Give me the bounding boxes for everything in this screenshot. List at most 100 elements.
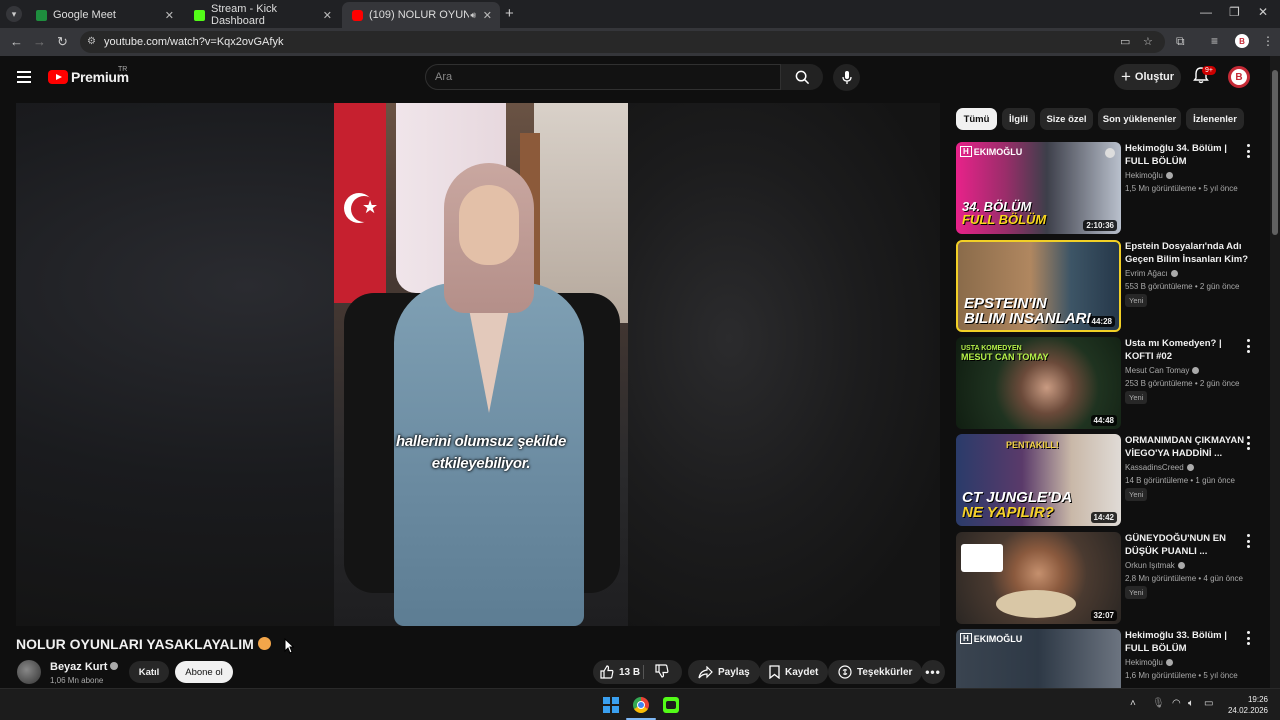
- more-vertical-icon[interactable]: [1244, 534, 1252, 548]
- video-thumbnail[interactable]: 32:07: [956, 532, 1121, 624]
- recommended-channel[interactable]: Hekimoğlu: [1125, 171, 1173, 180]
- recommended-channel[interactable]: Hekimoğlu: [1125, 658, 1173, 667]
- video-thumbnail[interactable]: H EKIMOĞLU 34. BÖLÜM FULL BÖLÜM 2:10:36: [956, 142, 1121, 234]
- battery-icon[interactable]: ▭: [1204, 698, 1213, 709]
- recommended-video[interactable]: H EKIMOĞLU Hekimoğlu 33. Bölüm | FULL BÖL…: [956, 629, 1270, 688]
- video-thumbnail[interactable]: EPSTEIN'IN BILIM INSANLARI 44:28: [956, 240, 1121, 332]
- recommended-title[interactable]: Epstein Dosyaları'nda Adı Geçen Bilim İn…: [1125, 240, 1250, 266]
- extensions-icon[interactable]: ⧉: [1176, 34, 1185, 49]
- youtube-premium-logo[interactable]: Premium TR: [48, 66, 129, 85]
- tab-kick-dashboard[interactable]: Stream - Kick Dashboard ✕: [184, 2, 340, 28]
- channel-avatar[interactable]: [17, 660, 41, 684]
- kick-studio-icon[interactable]: [663, 697, 679, 713]
- recommended-meta: 14 B görüntüleme • 1 gün önce: [1125, 476, 1235, 485]
- channel-watermark-icon: [1105, 148, 1115, 158]
- new-badge: Yeni: [1125, 586, 1148, 599]
- site-info-icon[interactable]: ⚙: [87, 36, 96, 47]
- scrollbar-thumb[interactable]: [1272, 70, 1278, 235]
- save-button[interactable]: Kaydet: [759, 660, 829, 684]
- new-tab-button[interactable]: +: [505, 5, 514, 22]
- share-button[interactable]: Paylaş: [688, 660, 760, 684]
- recommended-video[interactable]: PENTAKILL! CT JUNGLE'DA NE YAPILIR? 14:42…: [956, 434, 1270, 526]
- recommended-video[interactable]: EPSTEIN'IN BILIM INSANLARI 44:28 Epstein …: [956, 240, 1270, 332]
- bookmark-icon: [769, 665, 780, 679]
- save-label: Kaydet: [785, 666, 819, 678]
- recommended-channel[interactable]: Mesut Can Tomay: [1125, 366, 1200, 375]
- more-vertical-icon[interactable]: [1244, 631, 1252, 645]
- new-badge: Yeni: [1125, 488, 1148, 501]
- video-thumbnail[interactable]: H EKIMOĞLU: [956, 629, 1121, 688]
- subscribe-button[interactable]: Abone ol: [175, 661, 233, 683]
- chip-recent[interactable]: Son yüklenenler: [1098, 108, 1181, 130]
- account-avatar[interactable]: B: [1228, 66, 1250, 88]
- create-button[interactable]: + Oluştur: [1114, 64, 1181, 90]
- like-button[interactable]: 13 B: [600, 665, 640, 679]
- more-vertical-icon[interactable]: [1244, 339, 1252, 353]
- video-thumbnail[interactable]: PENTAKILL! CT JUNGLE'DA NE YAPILIR? 14:42: [956, 434, 1121, 526]
- restore-icon[interactable]: ❐: [1229, 5, 1240, 19]
- recommended-channel[interactable]: KassadinsCreed: [1125, 463, 1194, 472]
- voice-search-button[interactable]: [833, 64, 860, 91]
- microphone-tray-icon[interactable]: 🎙︎: [1152, 698, 1165, 709]
- close-tab-icon[interactable]: ✕: [323, 9, 332, 22]
- more-actions-button[interactable]: •••: [921, 660, 945, 684]
- recommended-channel[interactable]: Orkun Işıtmak: [1125, 561, 1185, 570]
- close-window-icon[interactable]: ✕: [1258, 5, 1268, 19]
- browser-menu-icon[interactable]: ⋮: [1262, 34, 1274, 48]
- recommended-meta: 1,5 Mn görüntüleme • 5 yıl önce: [1125, 184, 1238, 193]
- tab-youtube-video[interactable]: (109) NOLUR OYUNLARI YA 🔊︎ ✕: [342, 2, 500, 28]
- recommended-title[interactable]: Hekimoğlu 33. Bölüm | FULL BÖLÜM: [1125, 629, 1250, 655]
- chrome-icon[interactable]: [633, 697, 649, 713]
- close-tab-icon[interactable]: ✕: [483, 9, 492, 22]
- search-button[interactable]: [781, 64, 823, 90]
- address-bar[interactable]: ⚙ youtube.com/watch?v=Kqx2ovGAfyk ▭ ☆: [80, 31, 1165, 53]
- thumbnail-brand: H EKIMOĞLU: [960, 633, 1022, 644]
- microphone-icon: [841, 70, 852, 84]
- guide-menu-icon[interactable]: [17, 71, 31, 83]
- chip-watched[interactable]: İzlenenler: [1186, 108, 1244, 130]
- thanks-button[interactable]: Teşekkürler: [828, 660, 923, 684]
- recommended-video[interactable]: H EKIMOĞLU 34. BÖLÜM FULL BÖLÜM 2:10:36 He…: [956, 142, 1270, 234]
- search-input[interactable]: Ara: [425, 64, 781, 90]
- channel-name[interactable]: Beyaz Kurt: [50, 661, 119, 673]
- thumbnail-brand: PENTAKILL!: [1006, 440, 1059, 450]
- profile-avatar[interactable]: B: [1235, 34, 1249, 48]
- reload-icon[interactable]: ↻: [57, 34, 68, 50]
- recommended-title[interactable]: ORMANIMDAN ÇIKMAYAN VİEGO'YA HADDİNİ ...: [1125, 434, 1250, 460]
- back-icon[interactable]: ←: [10, 34, 23, 49]
- dislike-button[interactable]: [655, 664, 669, 683]
- recommended-video[interactable]: USTA KOMEDYEN MESUT CAN TOMAY 44:48 Usta …: [956, 337, 1270, 429]
- recommended-title[interactable]: GÜNEYDOĞU'NUN EN DÜŞÜK PUANLI ...: [1125, 532, 1250, 558]
- video-duration: 44:28: [1088, 316, 1115, 327]
- more-vertical-icon[interactable]: [1244, 436, 1252, 450]
- browser-tab-strip: ▾ Google Meet ✕ Stream - Kick Dashboard …: [0, 0, 1280, 28]
- reading-list-icon[interactable]: ≡: [1211, 34, 1218, 48]
- cast-icon[interactable]: ▭: [1120, 35, 1130, 48]
- audio-playing-icon[interactable]: 🔊︎: [470, 10, 476, 21]
- wifi-icon[interactable]: ◠: [1172, 698, 1181, 709]
- recommended-meta: 1,6 Mn görüntüleme • 5 yıl önce: [1125, 671, 1238, 680]
- recommended-channel[interactable]: Evrim Ağacı: [1125, 269, 1178, 278]
- youtube-header: Premium TR Ara + Oluştur 9+ B: [0, 56, 1270, 100]
- chip-all[interactable]: Tümü: [956, 108, 997, 130]
- video-thumbnail[interactable]: USTA KOMEDYEN MESUT CAN TOMAY 44:48: [956, 337, 1121, 429]
- chip-for-you[interactable]: Size özel: [1040, 108, 1093, 130]
- windows-start-icon[interactable]: [603, 697, 619, 713]
- tray-overflow-icon[interactable]: ˄: [1130, 698, 1136, 709]
- recommended-title[interactable]: Usta mı Komedyen? | KOFTI #02: [1125, 337, 1250, 363]
- join-button[interactable]: Katıl: [129, 661, 169, 683]
- volume-icon[interactable]: 🔈︎: [1188, 698, 1194, 709]
- recommended-video[interactable]: 32:07 GÜNEYDOĞU'NUN EN DÜŞÜK PUANLI ... …: [956, 532, 1270, 624]
- recommended-title[interactable]: Hekimoğlu 34. Bölüm | FULL BÖLÜM: [1125, 142, 1250, 168]
- bookmark-star-icon[interactable]: ☆: [1143, 35, 1153, 48]
- forward-icon[interactable]: →: [33, 34, 46, 49]
- close-tab-icon[interactable]: ✕: [165, 9, 174, 22]
- system-clock[interactable]: 19:26 24.02.2026: [1226, 694, 1268, 716]
- chip-related[interactable]: İlgili: [1002, 108, 1035, 130]
- tab-search-button[interactable]: ▾: [6, 6, 22, 22]
- video-player[interactable]: ★ hallerini olumsuz şekilde etkileyebili…: [16, 103, 940, 626]
- page-scrollbar[interactable]: [1270, 56, 1280, 688]
- minimize-icon[interactable]: —: [1200, 5, 1212, 19]
- tab-google-meet[interactable]: Google Meet ✕: [26, 2, 182, 28]
- more-vertical-icon[interactable]: [1244, 144, 1252, 158]
